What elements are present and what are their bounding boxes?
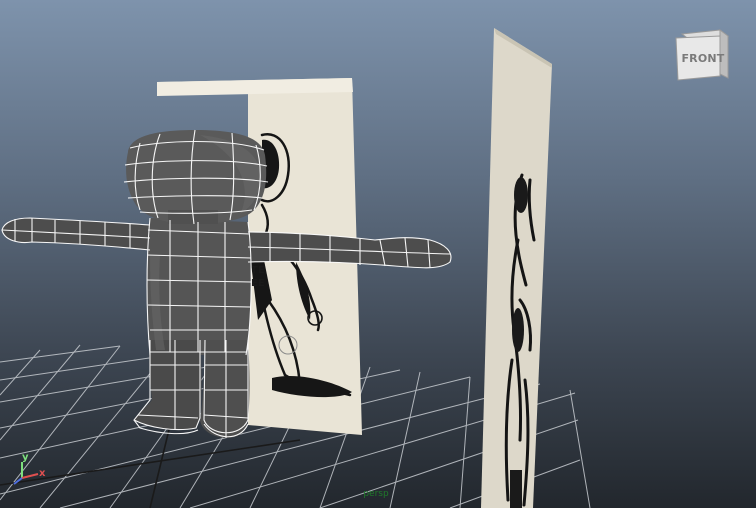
- camera-name-label: persp: [363, 489, 389, 499]
- svg-text:TE: TE: [251, 265, 265, 276]
- axis-y-label: y: [22, 452, 29, 463]
- view-cube[interactable]: FRONT: [672, 26, 734, 88]
- svg-text:EE: EE: [251, 278, 265, 289]
- axis-x-label: x: [39, 468, 46, 479]
- torso-mesh[interactable]: [147, 218, 252, 355]
- 3d-viewport[interactable]: TE EE FRONT y x persp: [0, 0, 756, 508]
- right-leg-mesh[interactable]: [200, 340, 250, 438]
- side-reference-plane[interactable]: [481, 28, 552, 508]
- view-cube-face-label[interactable]: FRONT: [681, 52, 725, 65]
- axis-gizmo: y x: [10, 452, 50, 488]
- viewport-scene[interactable]: TE EE: [0, 0, 756, 508]
